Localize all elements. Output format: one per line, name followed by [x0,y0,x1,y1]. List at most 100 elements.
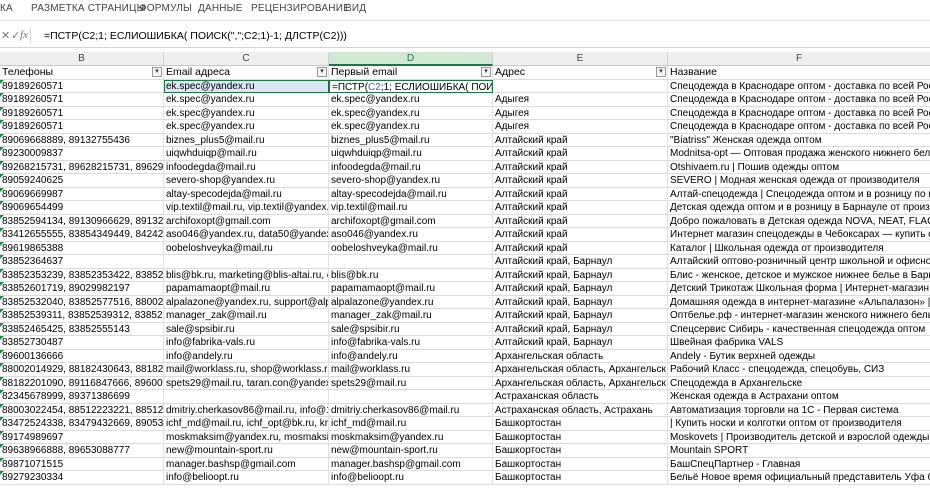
phone-cell[interactable]: 89189260571 [0,120,164,133]
phone-cell[interactable]: 83852364637 [0,255,164,268]
tab-data[interactable]: ДАННЫЕ [198,3,243,14]
first-email-cell[interactable]: manager.bashsp@gmail.com [329,457,493,471]
name-cell[interactable]: "Biatriss" Женская одежда оптом [668,134,930,147]
address-cell[interactable]: Алтайский край [493,201,668,214]
address-cell[interactable]: Архангельская область, Архангельск [493,363,668,376]
address-cell[interactable]: Адыгея [493,93,668,106]
name-cell[interactable]: Алтайский оптово-розничный центр школьно… [668,255,930,268]
name-cell[interactable]: Mountain SPORT [668,444,930,457]
phone-cell[interactable]: 89279230334 [0,471,164,484]
email-cell[interactable]: ek.spec@yandex.ru [164,106,329,120]
email-cell[interactable]: blis@bk.ru, marketing@blis-altai.ru, opt… [164,268,329,282]
phone-cell[interactable]: 89069669987 [0,187,164,201]
email-cell[interactable]: mail@worklass.ru, shop@worklass.ru [164,363,329,376]
email-cell[interactable]: info@andely.ru [164,349,329,363]
first-email-cell[interactable]: vip.textil@mail.ru [329,201,493,214]
name-cell[interactable]: Modnitsa-opt — Оптовая продажа женского … [668,147,930,160]
phone-cell[interactable]: 89230009837 [0,147,164,160]
phone-cell[interactable]: 89069668889, 89132755436 [0,133,164,147]
first-email-cell[interactable]: alpalazone@yandex.ru [329,295,493,309]
address-cell[interactable]: Алтайский край [493,174,668,187]
name-cell[interactable]: Moskovets | Производитель детской и взро… [668,431,930,444]
address-cell[interactable]: Башкортостан [493,444,668,457]
name-cell[interactable]: Спецодежда в Краснодаре оптом - доставка… [668,93,930,106]
phone-cell[interactable]: 89600136666 [0,349,164,363]
phone-cell[interactable]: 83852601719, 89029982197 [0,282,164,295]
name-cell[interactable]: Алтай-спецодежда | Спецодежда оптом и в … [668,188,930,201]
email-cell[interactable]: sale@spsibir.ru [164,322,329,336]
phone-cell[interactable]: 89638966888, 89653088777 [0,444,164,457]
fx-icon[interactable]: fx [20,29,28,41]
header-first-email[interactable]: Первый email [329,66,493,79]
filter-dropdown-icon[interactable]: ▾ [481,67,491,77]
first-email-cell[interactable]: blis@bk.ru [329,268,493,282]
address-cell[interactable]: Алтайский край [493,133,668,147]
email-cell[interactable]: archifoxopt@gmail.com [164,214,329,228]
first-email-cell[interactable]: severo-shop@yandex.ru [329,174,493,187]
name-cell[interactable]: Рабочий Класс - спецодежда, спецобувь, С… [668,363,930,376]
address-cell[interactable]: Адыгея [493,120,668,133]
column-header-e[interactable]: E [493,52,668,66]
address-cell[interactable]: Алтайский край, Барнаул [493,295,668,309]
address-cell[interactable]: Алтайский край [493,187,668,201]
name-cell[interactable]: Детская одежда оптом и в розницу в Барна… [668,201,930,214]
first-email-cell[interactable]: mail@worklass.ru [329,363,493,376]
phone-cell[interactable]: 88003022454, 88512223221, 88512645555 [0,403,164,417]
email-cell[interactable]: severo-shop@yandex.ru [164,174,329,187]
address-cell[interactable]: Алтайский край, Барнаул [493,322,668,336]
first-email-cell[interactable]: aso046@yandex.ru [329,228,493,241]
email-cell[interactable]: biznes_plus5@mail.ru [164,133,329,147]
name-cell[interactable]: Швейная фабрика VALS [668,336,930,349]
tab-page-layout[interactable]: РАЗМЕТКА СТРАНИЦЫ [31,3,146,14]
email-cell[interactable]: spets29@mail.ru, taran.con@yandex.ru [164,376,329,390]
name-cell[interactable]: SEVERO | Модная женская одежда от произв… [668,174,930,187]
phone-cell[interactable]: 83412655555, 83854349449, 84242729999 [0,228,164,241]
email-cell[interactable] [164,255,329,268]
phone-cell[interactable]: 89268215731, 89628215731, 89629182415 [0,160,164,174]
tab-review[interactable]: РЕЦЕНЗИРОВАНИЕ [251,3,350,14]
name-cell[interactable]: Домашняя одежда в интернет-магазине «Аль… [668,296,930,309]
phone-cell[interactable]: 83852353239, 83852353422, 83852633309 [0,268,164,282]
name-cell[interactable]: Бельё Новое время официальный представит… [668,471,930,484]
address-cell[interactable]: Алтайский край, Барнаул [493,255,668,268]
email-cell[interactable]: oobeloshveyka@mail.ru [164,241,329,255]
first-email-cell[interactable]: new@mountain-sport.ru [329,444,493,457]
address-cell[interactable]: Башкортостан [493,417,668,430]
phone-cell[interactable]: 82345678999, 89371386699 [0,390,164,403]
column-header-d[interactable]: D [329,52,493,66]
formula-edit-cell[interactable]: =ПСТР(C2;1; ЕСЛИОШИБКА( ПОИСК(",";C2;1)-… [329,79,493,93]
first-email-cell[interactable]: ek.spec@yandex.ru [329,120,493,133]
address-cell[interactable]: Башкортостан [493,430,668,444]
name-cell[interactable]: БашСпецПартнер - Главная [668,458,930,471]
enter-icon[interactable]: ✓ [11,29,20,42]
name-cell[interactable]: Детский Трикотаж Школьная форма | Интерн… [668,282,930,295]
filter-dropdown-icon[interactable]: ▾ [656,67,666,77]
email-cell[interactable] [164,390,329,403]
first-email-cell[interactable]: infoodegda@mail.ru [329,160,493,174]
address-cell[interactable] [493,79,668,93]
header-phones[interactable]: Телефоны [0,66,164,79]
first-email-cell[interactable] [329,390,493,403]
first-email-cell[interactable]: dmitriy.cherkasov86@mail.ru [329,403,493,417]
filter-dropdown-icon[interactable]: ▾ [152,67,162,77]
first-email-cell[interactable]: ek.spec@yandex.ru [329,106,493,120]
email-cell[interactable]: ek.spec@yandex.ru [164,120,329,133]
tab-formulas[interactable]: ФОРМУЛЫ [139,3,192,14]
name-cell[interactable]: Otshivaem.ru | Пошив одежды оптом [668,161,930,174]
phone-cell[interactable]: 89059240625 [0,174,164,187]
cancel-icon[interactable]: ✕ [1,29,10,42]
address-cell[interactable]: Алтайский край [493,214,668,228]
first-email-cell[interactable] [329,255,493,268]
first-email-cell[interactable]: oobeloshveyka@mail.ru [329,241,493,255]
phone-cell[interactable]: 83852465425, 83852555143 [0,322,164,336]
phone-cell[interactable]: 88182201090, 89116847666, 89600076281 [0,376,164,390]
name-cell[interactable]: Спецодежда в Архангельске [668,377,930,390]
email-cell[interactable]: vip.textil@mail.ru, vip.textil@yandex.ru [164,201,329,214]
email-cell[interactable]: altay-specodejda@mail.ru [164,187,329,201]
address-cell[interactable]: Алтайский край [493,160,668,174]
first-email-cell[interactable]: biznes_plus5@mail.ru [329,133,493,147]
first-email-cell[interactable]: archifoxopt@gmail.com [329,214,493,228]
first-email-cell[interactable]: papamamaopt@mail.ru [329,282,493,295]
email-cell[interactable]: papamamaopt@mail.ru [164,282,329,295]
name-cell[interactable]: Интернет магазин спецодежды в Чебоксарах… [668,228,930,241]
